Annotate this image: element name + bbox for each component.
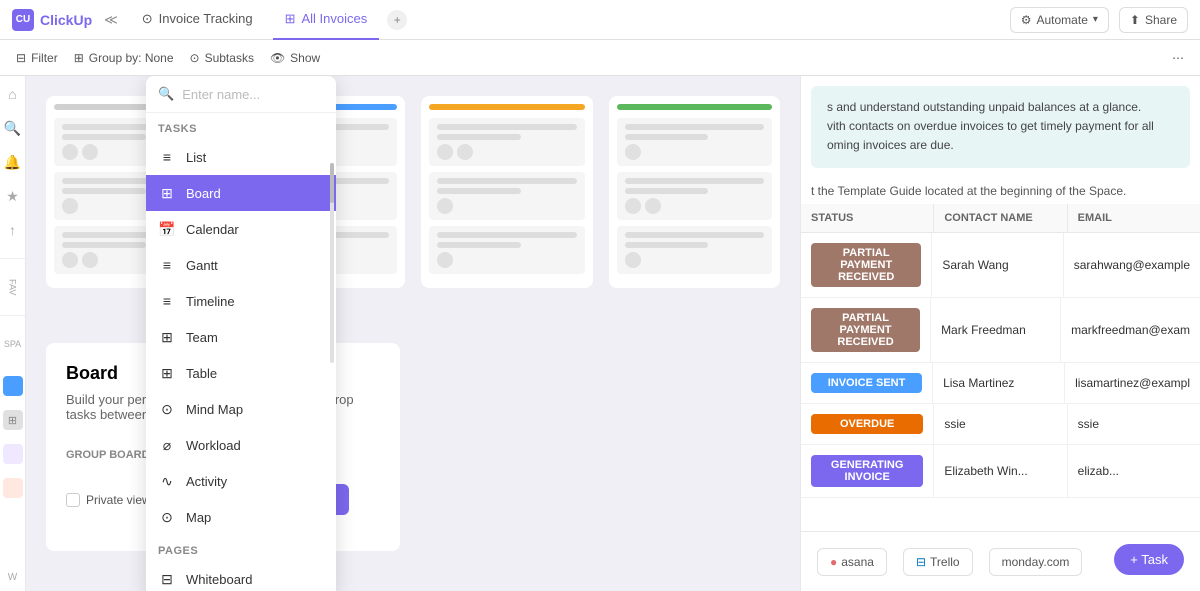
nav-grid-icon[interactable]: ⊞ <box>3 410 23 430</box>
logo-icon: CU <box>12 9 34 31</box>
nav-bell-icon[interactable]: 🔔 <box>3 152 23 172</box>
dropdown-overlay[interactable]: 🔍 TASKS ≡ List ⊞ Board 📅 <box>26 76 1200 591</box>
nav-home-icon[interactable]: ⌂ <box>3 84 23 104</box>
chevron-down-icon: ▾ <box>1093 14 1098 25</box>
dropdown-item-whiteboard[interactable]: ⊟ Whiteboard <box>146 561 336 591</box>
filter-icon: ⊟ <box>16 51 26 65</box>
more-options-button[interactable]: ⋯ <box>1172 51 1184 65</box>
nav-project-icon[interactable] <box>3 376 23 396</box>
timeline-icon: ≡ <box>158 292 176 310</box>
share-button[interactable]: ⬆ Share <box>1119 7 1188 33</box>
dropdown-search-input[interactable] <box>182 87 336 102</box>
tab-icon: ⊙ <box>142 11 153 27</box>
dropdown-search-row: 🔍 <box>146 76 336 113</box>
dropdown-item-gantt[interactable]: ≡ Gantt <box>146 247 336 283</box>
group-icon: ⊞ <box>74 51 84 65</box>
dropdown-item-table[interactable]: ⊞ Table <box>146 355 336 391</box>
map-icon: ⊙ <box>158 508 176 526</box>
nav-space-icon[interactable]: SPA <box>3 334 23 354</box>
automate-button[interactable]: ⚙ Automate ▾ <box>1010 7 1109 33</box>
workload-icon: ⌀ <box>158 436 176 454</box>
tab-grid-icon: ⊞ <box>285 11 296 27</box>
search-icon: 🔍 <box>158 86 174 102</box>
group-by-button[interactable]: ⊞ Group by: None <box>74 51 174 65</box>
dropdown-item-list[interactable]: ≡ List <box>146 139 336 175</box>
nav-favorites-icon[interactable]: FAV <box>3 277 23 297</box>
filter-button[interactable]: ⊟ Filter <box>16 51 58 65</box>
dropdown-item-team[interactable]: ⊞ Team <box>146 319 336 355</box>
board-icon: ⊞ <box>158 184 176 202</box>
dropdown-item-workload[interactable]: ⌀ Workload <box>146 427 336 463</box>
collapse-button[interactable]: ≪ <box>100 8 122 32</box>
whiteboard-icon: ⊟ <box>158 570 176 588</box>
subtasks-button[interactable]: ⊙ Subtasks <box>190 51 254 65</box>
tasks-section-label: TASKS <box>146 113 336 139</box>
team-icon: ⊞ <box>158 328 176 346</box>
content-area: Board Build your perfect Board and easil… <box>26 76 1200 591</box>
pages-section-label: PAGES <box>146 535 336 561</box>
nav-purple-icon[interactable] <box>3 444 23 464</box>
main-area: ⌂ 🔍 🔔 ★ ↑ FAV SPA ⊞ W <box>0 76 1200 591</box>
nav-orange-icon[interactable] <box>3 478 23 498</box>
calendar-icon: 📅 <box>158 220 176 238</box>
topbar: CU ClickUp ≪ ⊙ Invoice Tracking ⊞ All In… <box>0 0 1200 40</box>
scrollbar <box>330 163 334 363</box>
topbar-right: ⚙ Automate ▾ ⬆ Share <box>1010 7 1188 33</box>
dropdown-item-board[interactable]: ⊞ Board <box>146 175 336 211</box>
view-type-dropdown: 🔍 TASKS ≡ List ⊞ Board 📅 <box>146 76 336 591</box>
left-sidebar: ⌂ 🔍 🔔 ★ ↑ FAV SPA ⊞ W <box>0 76 26 591</box>
nav-star-icon[interactable]: ★ <box>3 186 23 206</box>
list-icon: ≡ <box>158 148 176 166</box>
tab-invoice-tracking[interactable]: ⊙ Invoice Tracking <box>130 0 265 40</box>
dropdown-item-map[interactable]: ⊙ Map <box>146 499 336 535</box>
share-icon: ⬆ <box>1130 13 1140 27</box>
subtasks-icon: ⊙ <box>190 51 200 65</box>
show-icon: 👁 <box>270 51 285 65</box>
mind-map-icon: ⊙ <box>158 400 176 418</box>
dropdown-item-mind-map[interactable]: ⊙ Mind Map <box>146 391 336 427</box>
add-tab-button[interactable]: + <box>387 10 407 30</box>
show-button[interactable]: 👁 Show <box>270 51 320 65</box>
activity-icon: ∿ <box>158 472 176 490</box>
nav-bottom-label: W <box>8 572 17 583</box>
dropdown-item-calendar[interactable]: 📅 Calendar <box>146 211 336 247</box>
dropdown-item-activity[interactable]: ∿ Activity <box>146 463 336 499</box>
app-logo[interactable]: CU ClickUp <box>12 9 92 31</box>
tab-all-invoices[interactable]: ⊞ All Invoices <box>273 0 380 40</box>
nav-search-icon[interactable]: 🔍 <box>3 118 23 138</box>
toolbar: ⊟ Filter ⊞ Group by: None ⊙ Subtasks 👁 S… <box>0 40 1200 76</box>
table-icon: ⊞ <box>158 364 176 382</box>
nav-upload-icon[interactable]: ↑ <box>3 220 23 240</box>
gantt-icon: ≡ <box>158 256 176 274</box>
dropdown-item-timeline[interactable]: ≡ Timeline <box>146 283 336 319</box>
automate-icon: ⚙ <box>1021 13 1032 27</box>
